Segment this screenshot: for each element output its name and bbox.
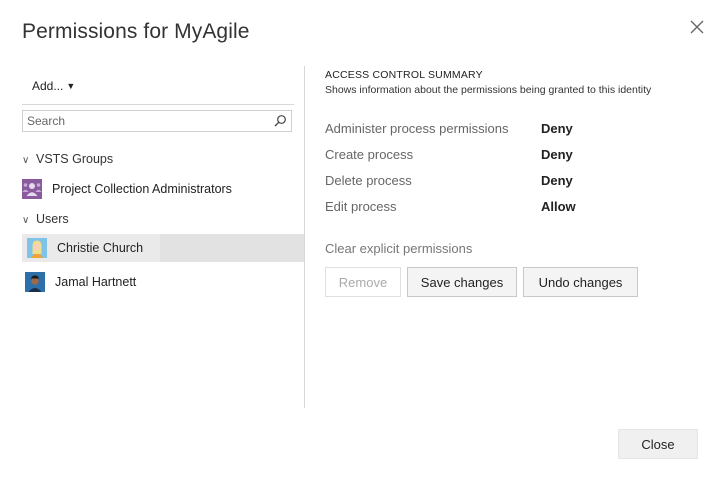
dialog-title: Permissions for MyAgile: [22, 20, 250, 43]
group-header-users[interactable]: ∨ Users: [22, 212, 69, 226]
close-button[interactable]: Close: [618, 429, 698, 459]
permission-value[interactable]: Allow: [541, 199, 576, 214]
chevron-down-icon: ∨: [22, 215, 30, 226]
panel-divider: [304, 66, 305, 408]
list-item-christie-church[interactable]: Christie Church: [22, 234, 304, 262]
search-input[interactable]: [23, 111, 271, 131]
permission-value[interactable]: Deny: [541, 147, 573, 162]
user-avatar: [27, 238, 47, 258]
group-label: Users: [36, 212, 69, 226]
permission-value[interactable]: Deny: [541, 173, 573, 188]
permission-value[interactable]: Deny: [541, 121, 573, 136]
selection-highlight: [160, 234, 304, 262]
list-item-jamal-hartnett[interactable]: Jamal Hartnett: [22, 268, 304, 296]
list-item-project-collection-administrators[interactable]: Project Collection Administrators: [22, 175, 304, 203]
close-icon[interactable]: [688, 18, 706, 36]
permission-row: Delete process Deny: [325, 173, 685, 193]
list-item-label: Christie Church: [57, 241, 144, 255]
search-box: [22, 110, 292, 132]
summary-subtitle: Shows information about the permissions …: [325, 84, 652, 96]
group-header-vsts-groups[interactable]: ∨ VSTS Groups: [22, 152, 113, 166]
list-item-label: Jamal Hartnett: [55, 275, 137, 289]
permission-row: Create process Deny: [325, 147, 685, 167]
clear-explicit-permissions-link[interactable]: Clear explicit permissions: [325, 241, 472, 256]
group-icon: [22, 179, 42, 199]
undo-changes-button[interactable]: Undo changes: [523, 267, 638, 297]
permission-name: Create process: [325, 147, 414, 162]
add-button-label: Add...: [32, 79, 64, 93]
caret-down-icon: ▼: [66, 81, 76, 91]
search-icon[interactable]: [273, 114, 287, 128]
permission-name: Administer process permissions: [325, 121, 509, 136]
add-button[interactable]: Add... ▼: [32, 79, 75, 93]
identity-panel: Add...▼ ∨ VSTS Groups Project Collection …: [22, 66, 304, 408]
summary-title: ACCESS CONTROL SUMMARY: [325, 69, 483, 81]
permission-name: Edit process: [325, 199, 397, 214]
list-item-label: Project Collection Administrators: [52, 182, 232, 196]
chevron-down-icon: ∨: [22, 155, 30, 166]
permission-row: Edit process Allow: [325, 199, 685, 219]
group-label: VSTS Groups: [36, 152, 114, 166]
save-changes-button[interactable]: Save changes: [407, 267, 517, 297]
permission-name: Delete process: [325, 173, 412, 188]
divider: [22, 104, 294, 105]
remove-button[interactable]: Remove: [325, 267, 401, 297]
user-avatar: [25, 272, 45, 292]
permission-row: Administer process permissions Deny: [325, 121, 685, 141]
